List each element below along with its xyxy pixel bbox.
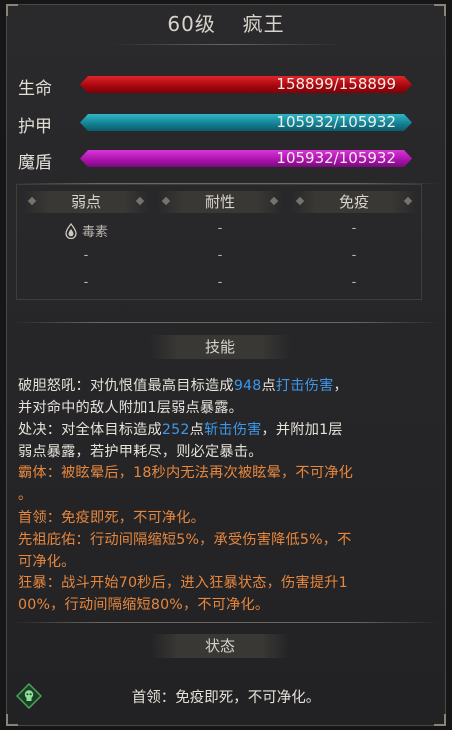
skill-boss: 首领：免疫即死，不可净化。: [18, 510, 206, 526]
skill-text: 弱点暴露，若护甲耗尽，则必定暴击。: [18, 443, 263, 460]
section-divider: [12, 322, 440, 323]
status-text: 首领：免疫即死，不可净化。: [131, 690, 321, 706]
skill-ancestor-blessing: 先祖庇佑：行动间隔缩短5%，承受伤害降低5%，不 可净化。: [18, 530, 423, 573]
skill-roar: 破胆怒吼：对仇恨值最高目标造成948点打击伤害， 并对命中的敌人附加1层弱点暴露…: [18, 376, 423, 419]
skill-text: 处决：对全体目标造成: [18, 422, 162, 438]
skill-number: 948: [233, 378, 262, 394]
armor-label: 护甲: [18, 117, 52, 137]
skill-text: 。: [18, 486, 33, 503]
skill-text: 点: [189, 422, 204, 438]
title-divider: [110, 44, 342, 45]
immunity-cell: -: [351, 221, 357, 236]
resistance-table: 弱点 耐性 免疫 毒素 - - - - - - - -: [16, 184, 422, 300]
skill-number: 252: [161, 422, 190, 438]
skill-text: 00%，行动间隔缩短80%，不可净化。: [18, 596, 270, 613]
enemy-level: 60级: [167, 12, 216, 36]
skill-text: 并对命中的敌人附加1层弱点暴露。: [18, 399, 244, 416]
status-header: 状态: [150, 634, 290, 658]
skills-header: 技能: [150, 335, 290, 359]
skill-text: ，: [333, 378, 348, 394]
immunity-header: 免疫: [291, 191, 417, 213]
resistance-cell: -: [217, 248, 223, 263]
weakness-header: 弱点: [23, 191, 149, 213]
skill-text: 破胆怒吼：对仇恨值最高目标造成: [18, 378, 234, 394]
skill-execute: 处决：对全体目标造成252点斩击伤害，并附加1层 弱点暴露，若护甲耗尽，则必定暴…: [18, 420, 423, 463]
weakness-cell: -: [83, 248, 89, 263]
panel-corner: [434, 714, 446, 726]
skill-text: 可净化。: [18, 553, 76, 570]
skill-text: 点: [261, 378, 276, 394]
immunity-cell: -: [351, 275, 357, 290]
weakness-cell: 毒素: [23, 221, 149, 240]
shield-label: 魔盾: [18, 153, 52, 173]
weakness-value: 毒素: [81, 225, 108, 240]
weakness-cell: -: [83, 275, 89, 290]
section-divider: [12, 622, 440, 623]
panel-corner: [6, 714, 18, 726]
resistance-cell: -: [217, 275, 223, 290]
armor-row: 护甲 105932/105932: [18, 110, 418, 137]
hp-row: 生命 158899/158899: [18, 72, 418, 99]
skill-tenacity: 霸体：被眩晕后，18秒内无法再次被眩晕，不可净化 。: [18, 463, 423, 506]
hp-value: 158899/158899: [276, 75, 396, 93]
skill-text: 先祖庇佑：行动间隔缩短5%，承受伤害降低5%，不: [18, 532, 352, 548]
damage-type-link[interactable]: 斩击伤害: [204, 422, 262, 438]
immunity-cell: -: [351, 248, 357, 263]
armor-value: 105932/105932: [276, 113, 396, 131]
enemy-name: 疯王: [242, 12, 285, 36]
resistance-cell: -: [217, 221, 223, 236]
shield-row: 魔盾 105932/105932: [18, 146, 418, 173]
damage-type-link[interactable]: 打击伤害: [276, 378, 334, 394]
skill-text: 霸体：被眩晕后，18秒内无法再次被眩晕，不可净化: [18, 465, 353, 481]
hp-bar: 158899/158899: [80, 76, 412, 93]
resistance-header: 耐性: [157, 191, 283, 213]
skill-text: 狂暴：战斗开始70秒后，进入狂暴状态，伤害提升1: [18, 575, 348, 591]
enemy-title: 60级 疯王: [0, 8, 452, 37]
skill-text: ，并附加1层: [261, 422, 343, 438]
poison-drop-icon: [65, 223, 77, 239]
armor-bar: 105932/105932: [80, 114, 412, 131]
skill-berserk: 狂暴：战斗开始70秒后，进入狂暴状态，伤害提升1 00%，行动间隔缩短80%，不…: [18, 573, 423, 616]
shield-bar: 105932/105932: [80, 150, 412, 167]
hp-label: 生命: [18, 79, 52, 99]
shield-value: 105932/105932: [276, 149, 396, 167]
